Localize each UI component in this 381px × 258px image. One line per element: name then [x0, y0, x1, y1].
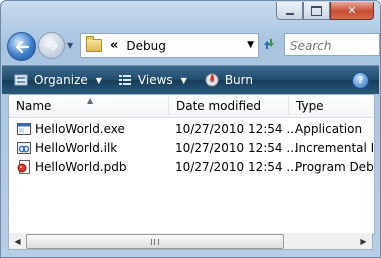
help-button[interactable]: ?	[352, 72, 369, 89]
address-dropdown-icon[interactable]: ▼	[247, 40, 254, 50]
file-row[interactable]: HelloWorld.pdb 10/27/2010 12:54 ... Prog…	[9, 158, 374, 177]
navigation-bar: ▼ « Debug ▼	[7, 29, 380, 63]
file-row[interactable]: HelloWorld.ilk 10/27/2010 12:54 ... Incr…	[9, 139, 374, 158]
file-list-view: ▲ Name Date modified Type HelloWorld.exe…	[8, 94, 375, 235]
column-header-type-label: Type	[296, 99, 324, 113]
views-label: Views	[137, 73, 173, 87]
forward-arrow-icon	[45, 40, 58, 51]
command-toolbar: Organize ▼ Views ▼ Burn ?	[2, 65, 379, 94]
views-dropdown-icon: ▼	[180, 75, 187, 85]
scrollbar-thumb[interactable]	[26, 234, 284, 249]
address-chevron[interactable]: «	[110, 38, 118, 53]
file-type: Application	[295, 122, 363, 136]
application-file-icon	[17, 123, 31, 135]
explorer-window: ✕ ▼ « Debug ▼ Search Organize ▼ Views ▼ …	[0, 0, 381, 258]
folder-icon	[86, 36, 102, 52]
help-icon: ?	[357, 75, 364, 86]
minimize-button[interactable]	[276, 2, 303, 20]
organize-dropdown-icon: ▼	[95, 75, 102, 85]
file-date-modified: 10/27/2010 12:54 ...	[175, 141, 298, 155]
burn-label: Burn	[224, 73, 253, 87]
scroll-right-arrow-icon[interactable]: ▶	[355, 233, 372, 249]
column-header-date-modified[interactable]: Date modified	[169, 95, 289, 117]
column-header-type[interactable]: Type	[289, 95, 374, 117]
column-header-row: ▲ Name Date modified Type	[9, 95, 374, 118]
forward-button[interactable]	[38, 32, 65, 59]
caption-buttons: ✕	[276, 2, 374, 20]
views-button[interactable]: Views ▼	[112, 66, 193, 94]
refresh-button[interactable]	[259, 35, 279, 53]
burn-disc-icon	[205, 73, 219, 87]
refresh-icon	[264, 39, 274, 49]
minimize-icon	[285, 12, 294, 15]
incremental-link-file-icon	[17, 142, 31, 154]
file-name: HelloWorld.exe	[35, 122, 125, 136]
column-header-name-label: Name	[16, 99, 52, 113]
file-row[interactable]: HelloWorld.exe 10/27/2010 12:54 ... Appl…	[9, 120, 374, 139]
maximize-button[interactable]	[303, 2, 330, 20]
scrollbar-grip-icon	[151, 238, 159, 245]
organize-label: Organize	[34, 73, 88, 87]
scroll-left-arrow-icon[interactable]: ◀	[9, 233, 26, 249]
sort-ascending-icon: ▲	[87, 96, 94, 105]
file-name: HelloWorld.ilk	[35, 141, 118, 155]
file-type: Program Debug	[295, 160, 373, 174]
back-button[interactable]	[7, 32, 36, 61]
file-date-modified: 10/27/2010 12:54 ...	[175, 160, 298, 174]
recent-pages-dropdown-icon[interactable]: ▼	[67, 41, 73, 50]
file-name: HelloWorld.pdb	[35, 160, 127, 174]
close-button[interactable]: ✕	[330, 2, 374, 20]
organize-icon	[14, 74, 28, 86]
views-icon	[118, 75, 131, 85]
close-icon: ✕	[347, 4, 357, 17]
address-path[interactable]: Debug	[126, 39, 165, 53]
file-type: Incremental Lin	[295, 141, 373, 155]
file-date-modified: 10/27/2010 12:54 ...	[175, 122, 298, 136]
search-input[interactable]	[288, 35, 380, 57]
maximize-icon	[311, 5, 322, 16]
organize-button[interactable]: Organize ▼	[8, 66, 108, 94]
column-header-date-label: Date modified	[176, 99, 262, 113]
program-debug-file-icon	[17, 160, 30, 174]
back-arrow-icon	[15, 40, 29, 53]
burn-button[interactable]: Burn	[199, 66, 259, 94]
address-bar[interactable]: « Debug ▼	[80, 33, 259, 58]
search-box[interactable]	[284, 33, 380, 57]
column-header-name[interactable]: ▲ Name	[9, 95, 169, 117]
horizontal-scrollbar[interactable]: ◀ ▶	[8, 233, 373, 250]
